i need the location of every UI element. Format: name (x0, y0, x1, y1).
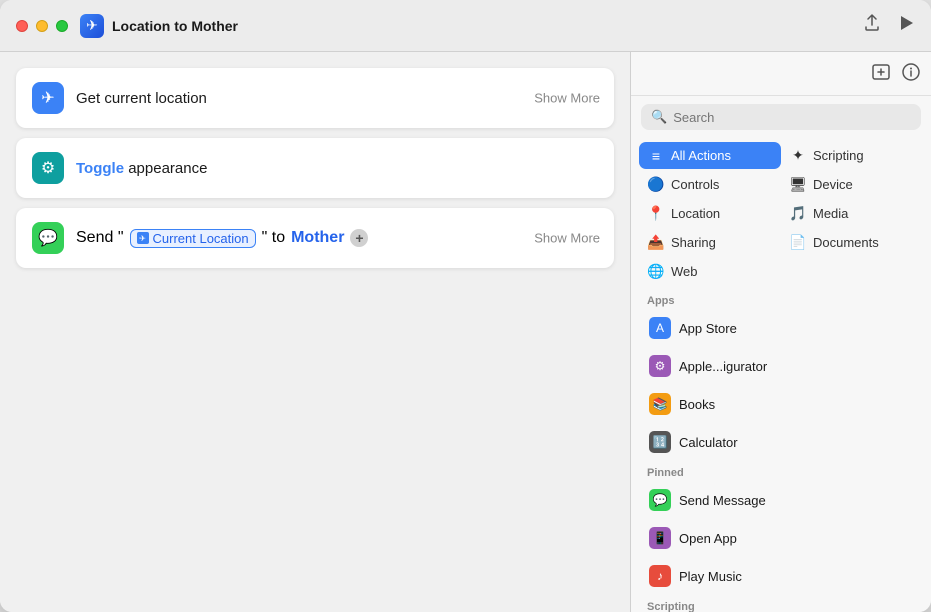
apple-configurator-label: Apple...igurator (679, 359, 767, 374)
location-token-icon: ✈ (137, 232, 149, 244)
get-location-show-more[interactable]: Show More (534, 91, 600, 106)
add-action-button[interactable] (871, 62, 891, 87)
sharing-icon: 📤 (647, 234, 665, 251)
media-icon: 🎵 (789, 205, 807, 222)
category-grid: ≡ All Actions ✦ Scripting 🔵 Controls 🖥 D… (631, 138, 931, 289)
sidebar: 🔍 ≡ All Actions ✦ Scripting 🔵 Controls (630, 52, 931, 612)
contact-name[interactable]: Mother (291, 229, 344, 247)
list-item-open-app[interactable]: 📱 Open App (637, 520, 925, 556)
media-label: Media (813, 206, 848, 221)
toggle-word: Toggle (76, 160, 124, 177)
web-label: Web (671, 264, 698, 279)
sidebar-item-documents[interactable]: 📄 Documents (781, 229, 923, 256)
toggle-appearance-card[interactable]: ⚙ Toggle appearance (16, 138, 614, 198)
titlebar-actions (863, 14, 915, 37)
apps-section-label: Apps (631, 289, 931, 309)
app-store-icon: A (649, 317, 671, 339)
get-location-card[interactable]: ✈ Get current location Show More (16, 68, 614, 128)
all-actions-label: All Actions (671, 148, 731, 163)
play-music-icon: ♪ (649, 565, 671, 587)
location-icon: 📍 (647, 205, 665, 222)
scripting-section-label: Scripting (631, 595, 931, 612)
books-icon: 📚 (649, 393, 671, 415)
open-app-label: Open App (679, 531, 737, 546)
app-window: ✈ Location to Mother ✈ Get current locat… (0, 0, 931, 612)
location-label: Location (671, 206, 720, 221)
sidebar-item-web[interactable]: 🌐 Web (639, 258, 781, 285)
window-title: Location to Mother (112, 18, 863, 34)
send-middle: " to (262, 229, 285, 247)
token-label: Current Location (153, 231, 249, 246)
window-controls (16, 20, 68, 32)
open-app-icon: 📱 (649, 527, 671, 549)
pinned-section-label: Pinned (631, 461, 931, 481)
send-message-content: Send " ✈ Current Location " to Mother + (76, 229, 368, 248)
sidebar-header (631, 52, 931, 96)
current-location-token[interactable]: ✈ Current Location (130, 229, 256, 248)
device-icon: 🖥 (789, 176, 807, 193)
app-store-label: App Store (679, 321, 737, 336)
send-prefix: Send " (76, 229, 124, 247)
search-bar[interactable]: 🔍 (641, 104, 921, 130)
add-recipient-button[interactable]: + (350, 229, 368, 247)
action-list: Apps A App Store ⚙ Apple...igurator 📚 Bo… (631, 289, 931, 612)
share-button[interactable] (863, 14, 881, 37)
play-music-label: Play Music (679, 569, 742, 584)
all-actions-icon: ≡ (647, 148, 665, 164)
workflow-panel: ✈ Get current location Show More ⚙ Toggl… (0, 52, 630, 612)
send-message-list-icon: 💬 (649, 489, 671, 511)
sidebar-item-device[interactable]: 🖥 Device (781, 171, 923, 198)
info-button[interactable] (901, 62, 921, 87)
app-icon: ✈ (80, 14, 104, 38)
send-message-card[interactable]: 💬 Send " ✈ Current Location " to Mother … (16, 208, 614, 268)
sidebar-item-all-actions[interactable]: ≡ All Actions (639, 142, 781, 169)
sidebar-item-location[interactable]: 📍 Location (639, 200, 781, 227)
scripting-label: Scripting (813, 148, 864, 163)
get-location-icon: ✈ (32, 82, 64, 114)
list-item-play-music[interactable]: ♪ Play Music (637, 558, 925, 594)
scripting-icon: ✦ (789, 147, 807, 164)
search-icon: 🔍 (651, 109, 667, 125)
documents-label: Documents (813, 235, 879, 250)
list-item-apple-configurator[interactable]: ⚙ Apple...igurator (637, 348, 925, 384)
device-label: Device (813, 177, 853, 192)
toggle-appearance-icon: ⚙ (32, 152, 64, 184)
toggle-appearance-label: Toggle appearance (76, 160, 207, 177)
sidebar-item-sharing[interactable]: 📤 Sharing (639, 229, 781, 256)
send-message-show-more[interactable]: Show More (534, 231, 600, 246)
sidebar-item-media[interactable]: 🎵 Media (781, 200, 923, 227)
documents-icon: 📄 (789, 234, 807, 251)
web-icon: 🌐 (647, 263, 665, 280)
sidebar-item-scripting[interactable]: ✦ Scripting (781, 142, 923, 169)
send-message-list-label: Send Message (679, 493, 766, 508)
get-location-label: Get current location (76, 90, 207, 107)
close-button[interactable] (16, 20, 28, 32)
run-button[interactable] (897, 14, 915, 37)
calculator-label: Calculator (679, 435, 738, 450)
search-input[interactable] (673, 110, 911, 125)
minimize-button[interactable] (36, 20, 48, 32)
send-message-icon: 💬 (32, 222, 64, 254)
maximize-button[interactable] (56, 20, 68, 32)
appearance-text: appearance (128, 160, 207, 177)
list-item-books[interactable]: 📚 Books (637, 386, 925, 422)
main-content: ✈ Get current location Show More ⚙ Toggl… (0, 52, 931, 612)
controls-icon: 🔵 (647, 176, 665, 193)
sharing-label: Sharing (671, 235, 716, 250)
calculator-icon: 🔢 (649, 431, 671, 453)
titlebar: ✈ Location to Mother (0, 0, 931, 52)
sidebar-item-controls[interactable]: 🔵 Controls (639, 171, 781, 198)
list-item-calculator[interactable]: 🔢 Calculator (637, 424, 925, 460)
list-item-app-store[interactable]: A App Store (637, 310, 925, 346)
list-item-send-message[interactable]: 💬 Send Message (637, 482, 925, 518)
controls-label: Controls (671, 177, 719, 192)
apple-configurator-icon: ⚙ (649, 355, 671, 377)
books-label: Books (679, 397, 715, 412)
